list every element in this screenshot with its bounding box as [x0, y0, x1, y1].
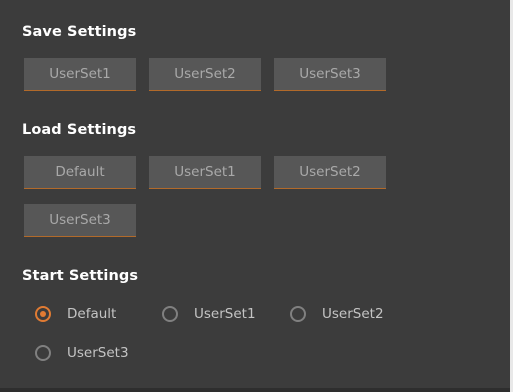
settings-panel: Save Settings UserSet1 UserSet2 UserSet3…	[0, 0, 510, 392]
start-userset3-label: UserSet3	[67, 345, 129, 361]
radio-unchecked-icon[interactable]	[162, 306, 178, 322]
save-settings-title: Save Settings	[22, 24, 137, 40]
start-settings-title: Start Settings	[22, 268, 139, 284]
start-userset1-label: UserSet1	[194, 306, 256, 322]
bottom-divider	[0, 388, 510, 392]
load-userset2-button[interactable]: UserSet2	[274, 156, 386, 189]
start-userset1-radio[interactable]: UserSet1	[162, 306, 256, 322]
radio-unchecked-icon[interactable]	[35, 345, 51, 361]
save-userset1-button[interactable]: UserSet1	[24, 58, 136, 91]
radio-checked-icon[interactable]	[35, 306, 51, 322]
load-default-button[interactable]: Default	[24, 156, 136, 189]
load-userset3-button[interactable]: UserSet3	[24, 204, 136, 237]
start-userset2-radio[interactable]: UserSet2	[290, 306, 384, 322]
start-userset2-label: UserSet2	[322, 306, 384, 322]
radio-unchecked-icon[interactable]	[290, 306, 306, 322]
load-settings-title: Load Settings	[22, 122, 137, 138]
start-default-label: Default	[67, 306, 117, 322]
save-userset3-button[interactable]: UserSet3	[274, 58, 386, 91]
start-userset3-radio[interactable]: UserSet3	[35, 345, 129, 361]
start-default-radio[interactable]: Default	[35, 306, 116, 322]
save-userset2-button[interactable]: UserSet2	[149, 58, 261, 91]
load-userset1-button[interactable]: UserSet1	[149, 156, 261, 189]
